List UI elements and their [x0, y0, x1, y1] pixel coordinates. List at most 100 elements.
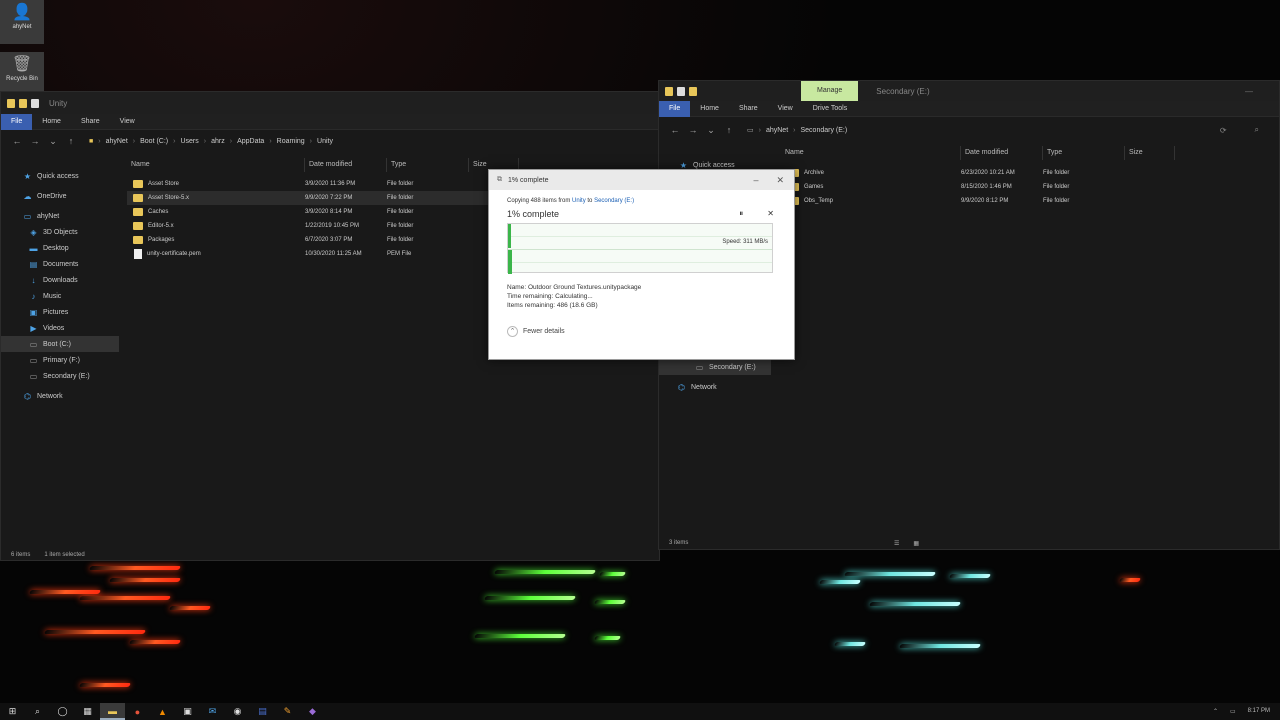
file-row[interactable]: Obs_Temp 9/9/2020 8:12 PM File folder	[781, 194, 1280, 208]
chevron-down-icon[interactable]: ⌄	[705, 125, 717, 136]
breadcrumb-item[interactable]: ahyNet	[106, 138, 128, 145]
breadcrumb-item[interactable]: ahrz	[211, 138, 225, 145]
fewer-details-button[interactable]: ⌃ Fewer details	[507, 326, 776, 337]
cube-icon: ◈	[30, 227, 37, 237]
vlc-icon[interactable]: ▲	[150, 703, 175, 720]
visual-studio-icon[interactable]: ◆	[300, 703, 325, 720]
folder-icon	[133, 236, 143, 244]
file-explorer-icon[interactable]: ▬	[100, 703, 125, 720]
user-folder-icon: 👤	[12, 4, 32, 21]
column-type[interactable]: Type	[387, 158, 469, 172]
breadcrumb-item[interactable]: Boot (C:)	[140, 138, 168, 145]
file-list: Archive 6/23/2020 10:21 AM File folder G…	[781, 166, 1280, 208]
nav-downloads[interactable]: ↓ Downloads	[1, 272, 119, 288]
speed-graph: Speed: 311 MB/s	[507, 223, 773, 274]
properties-icon	[677, 86, 685, 96]
refresh-icon[interactable]: ⟳	[1220, 126, 1227, 135]
destination-link[interactable]: Secondary (E:)	[594, 198, 634, 204]
column-name[interactable]: Name	[781, 146, 961, 160]
column-size[interactable]: Size	[1125, 146, 1175, 160]
time-remaining: Time remaining: Calculating...	[507, 293, 593, 300]
task-view-icon[interactable]: ◯	[50, 703, 75, 720]
tab-file[interactable]: File	[1, 113, 33, 130]
file-row[interactable]: Archive 6/23/2020 10:21 AM File folder	[781, 166, 1280, 180]
breadcrumb-item[interactable]: Unity	[317, 138, 333, 145]
pause-icon[interactable]: ⏸	[739, 209, 743, 219]
tab-home[interactable]: Home	[690, 101, 729, 117]
nav-desktop[interactable]: ▬ Desktop	[1, 240, 119, 256]
breadcrumb-item[interactable]: Users	[180, 138, 198, 145]
column-name[interactable]: Name	[127, 158, 305, 172]
chevron-up-icon[interactable]: ⌃	[1213, 708, 1218, 715]
nav-secondary-drive[interactable]: ▭ Secondary (E:)	[659, 359, 771, 375]
back-arrow-icon[interactable]: ←	[669, 125, 681, 135]
details-view-icon[interactable]: ☰	[894, 540, 899, 547]
download-icon: ↓	[31, 275, 36, 285]
nav-quick-access[interactable]: ★ Quick access	[1, 168, 119, 184]
paint-icon[interactable]: ✎	[275, 703, 300, 720]
breadcrumb-item[interactable]: AppData	[237, 138, 264, 145]
app-icon[interactable]: ▣	[175, 703, 200, 720]
nav-primary-drive[interactable]: ▭ Primary (F:)	[1, 352, 119, 368]
search-icon[interactable]: ⌕	[1255, 125, 1259, 135]
desktop-icon-recycle-bin[interactable]: 🗑 Recycle Bin	[0, 52, 44, 96]
calculator-icon[interactable]: ▦	[75, 703, 100, 720]
terminal-icon[interactable]: ▤	[250, 703, 275, 720]
tab-view[interactable]: View	[768, 101, 803, 117]
manage-tab[interactable]: Manage	[801, 81, 859, 101]
nav-music[interactable]: ♪ Music	[1, 288, 119, 304]
nav-this-pc[interactable]: ▭ ahyNet	[1, 208, 119, 224]
tab-drive-tools[interactable]: Drive Tools	[803, 101, 858, 117]
breadcrumb-item[interactable]: ahyNet	[766, 127, 788, 134]
cancel-icon[interactable]: ✕	[767, 209, 774, 219]
nav-3d-objects[interactable]: ◈ 3D Objects	[1, 224, 119, 240]
up-arrow-icon[interactable]: ↑	[723, 125, 735, 135]
nav-boot-drive[interactable]: ▭ Boot (C:)	[1, 336, 119, 352]
desktop-icon-user[interactable]: 👤 ahyNet	[0, 0, 44, 44]
breadcrumb-item[interactable]: Roaming	[277, 138, 305, 145]
ribbon-tabs: File Home Share View Drive Tools	[659, 100, 1279, 117]
forward-arrow-icon[interactable]: →	[29, 136, 41, 146]
file-row[interactable]: Games 8/15/2020 1:46 PM File folder	[781, 180, 1280, 194]
up-arrow-icon[interactable]: ↑	[65, 136, 77, 146]
column-date[interactable]: Date modified	[305, 158, 387, 172]
drive-icon: ▭	[29, 339, 38, 349]
tab-home[interactable]: Home	[32, 114, 71, 130]
item-count: 6 items	[11, 552, 31, 558]
network-icon[interactable]: ▭	[1230, 708, 1236, 715]
back-arrow-icon[interactable]: ←	[11, 136, 23, 146]
column-type[interactable]: Type	[1043, 146, 1125, 160]
close-icon[interactable]: ✕	[776, 175, 784, 186]
copy-summary: Copying 488 items from Unity to Secondar…	[507, 198, 635, 204]
tab-share[interactable]: Share	[729, 101, 768, 117]
clock[interactable]: 8:17 PM	[1248, 708, 1270, 715]
chevron-down-icon[interactable]: ⌄	[47, 136, 59, 147]
nav-secondary-drive[interactable]: ▭ Secondary (E:)	[1, 368, 119, 384]
nav-onedrive[interactable]: ☁ OneDrive	[1, 188, 119, 204]
tab-share[interactable]: Share	[71, 114, 110, 130]
obs-icon[interactable]: ◉	[225, 703, 250, 720]
nav-videos[interactable]: ▶ Videos	[1, 320, 119, 336]
nav-network[interactable]: ⌬ Network	[1, 388, 119, 404]
nav-pictures[interactable]: ▣ Pictures	[1, 304, 119, 320]
status-bar: 3 items ☰ ▦	[659, 536, 1279, 550]
minimize-icon[interactable]: —	[1245, 87, 1253, 96]
start-icon[interactable]: ⊞	[0, 703, 25, 720]
tab-view[interactable]: View	[110, 114, 145, 130]
chrome-icon[interactable]: ●	[125, 703, 150, 720]
breadcrumb[interactable]: ▭ › ahyNet › Secondary (E:)	[747, 126, 848, 135]
tab-file[interactable]: File	[659, 100, 691, 117]
speed-label: Speed: 311 MB/s	[722, 239, 768, 245]
breadcrumb-item[interactable]: Secondary (E:)	[801, 127, 848, 134]
mail-icon[interactable]: ✉	[200, 703, 225, 720]
forward-arrow-icon[interactable]: →	[687, 125, 699, 135]
large-icons-view-icon[interactable]: ▦	[913, 540, 919, 547]
column-date[interactable]: Date modified	[961, 146, 1043, 160]
search-icon[interactable]: ⌕	[25, 703, 50, 720]
desktop-icon: ▬	[29, 243, 38, 253]
nav-network[interactable]: ⌬ Network	[659, 379, 771, 395]
source-link[interactable]: Unity	[572, 198, 586, 204]
breadcrumb[interactable]: ■ › ahyNet › Boot (C:) › Users › ahrz › AppDa…	[89, 138, 333, 145]
nav-documents[interactable]: ▤ Documents	[1, 256, 119, 272]
minimize-icon[interactable]: –	[753, 175, 758, 186]
